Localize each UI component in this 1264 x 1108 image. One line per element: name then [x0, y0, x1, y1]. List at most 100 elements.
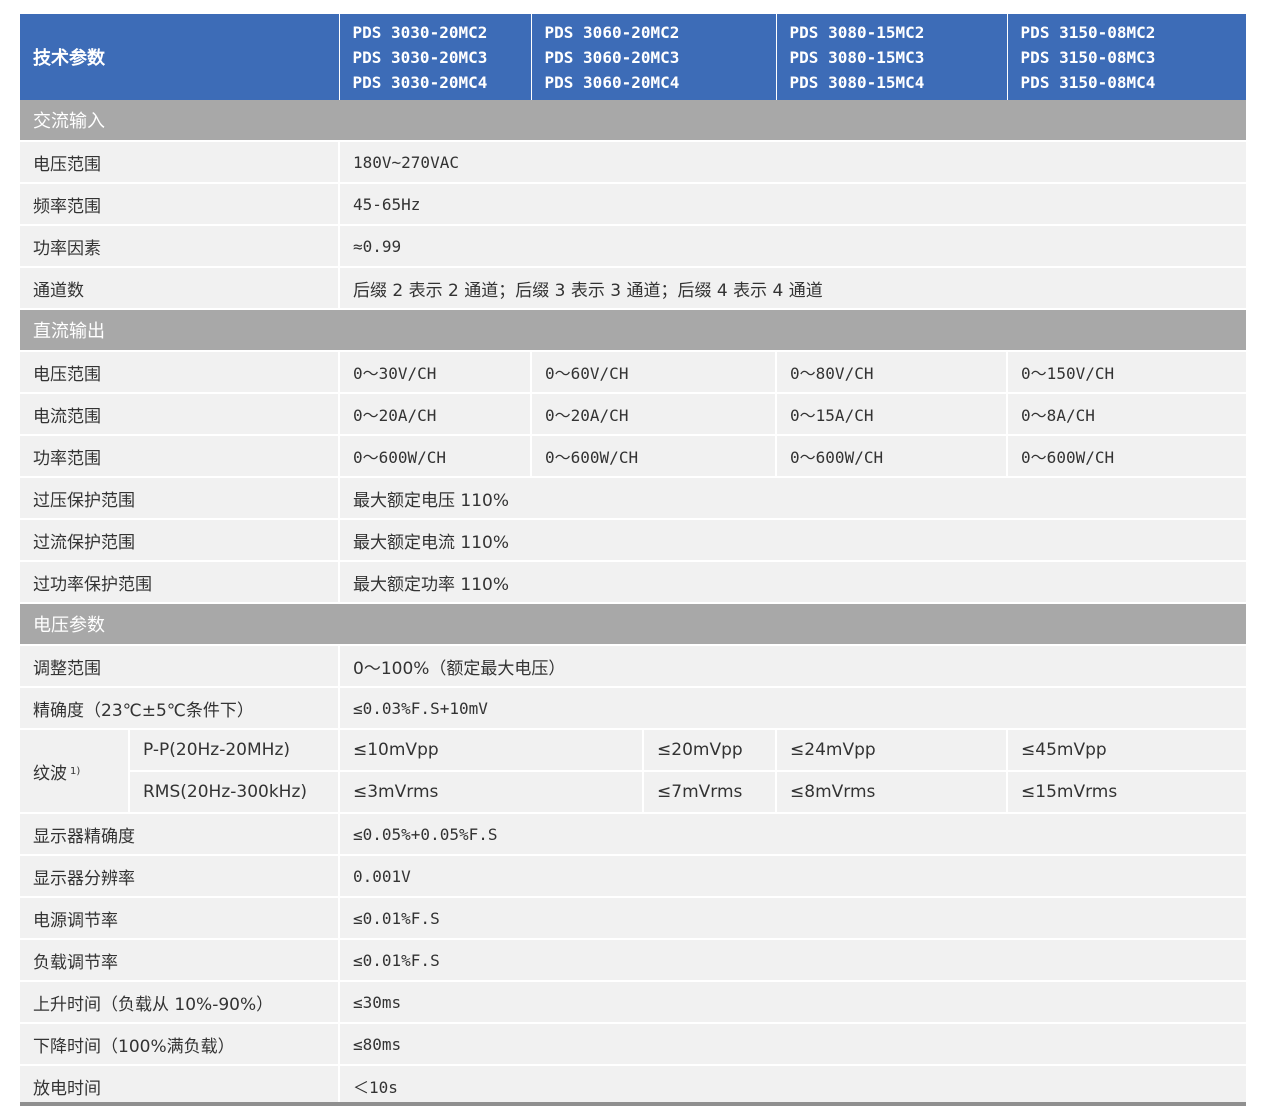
row-value: ≤30ms — [339, 981, 1247, 1024]
model-name: PDS 3030-20MC2 — [352, 22, 488, 42]
row-label: 通道数 — [20, 267, 340, 310]
table-row: 显示器分辨率 0.001V — [20, 855, 1247, 898]
model-group-1: PDS 3030-20MC2 PDS 3030-20MC3 PDS 3030-2… — [339, 14, 532, 100]
section-title: 直流输出 — [20, 309, 1247, 352]
table-row: 过压保护范围 最大额定电压 110% — [20, 477, 1247, 520]
row-label: 电源调节率 — [20, 897, 340, 940]
section-title: 电压参数 — [20, 603, 1247, 646]
row-label: 电压范围 — [20, 141, 340, 184]
model-name: PDS 3030-20MC4 — [352, 72, 488, 92]
row-label: 功率因素 — [20, 225, 340, 268]
row-label: 过功率保护范围 — [20, 561, 340, 604]
table-row: 通道数 后缀 2 表示 2 通道；后缀 3 表示 3 通道；后缀 4 表示 4 … — [20, 267, 1247, 310]
row-label: 调整范围 — [20, 645, 340, 688]
row-value: ≤0.01%F.S — [339, 939, 1247, 982]
ripple-sublabel: P-P(20Hz-20MHz) — [130, 730, 337, 772]
section-header-voltage-params: 电压参数 — [20, 603, 1247, 646]
table-row: 过功率保护范围 最大额定功率 110% — [20, 561, 1247, 604]
section-header-ac-input: 交流输入 — [20, 100, 1247, 142]
row-value: 0～150V/CH — [1007, 351, 1247, 394]
header-title: 技术参数 — [20, 14, 340, 100]
ripple-value: ≤10mVpp — [339, 729, 645, 772]
row-value: 最大额定电流 110% — [339, 519, 1247, 562]
row-label: 精确度（23℃±5℃条件下） — [20, 687, 340, 730]
table-row-ripple-pp: 纹波 1) P-P(20Hz-20MHz) RMS(20Hz-300kHz) ≤1… — [20, 729, 1247, 814]
row-value: 0～20A/CH — [531, 393, 778, 436]
ripple-value: ≤24mVpp — [776, 729, 1009, 772]
row-value: 0.001V — [339, 855, 1247, 898]
row-value: 0～600W/CH — [531, 435, 778, 478]
table-row: 放电时间 ＜10s — [20, 1065, 1247, 1108]
row-label: 电流范围 — [20, 393, 340, 436]
row-value: 0～60V/CH — [531, 351, 778, 394]
row-value: 0～30V/CH — [339, 351, 533, 394]
row-value: ≈0.99 — [339, 225, 1247, 268]
table-row: 频率范围 45-65Hz — [20, 183, 1247, 226]
model-name: PDS 3150-08MC4 — [1020, 72, 1156, 92]
table-row: 精确度（23℃±5℃条件下） ≤0.03%F.S+10mV — [20, 687, 1247, 730]
ripple-footnote: 1) — [70, 765, 81, 777]
row-label: 显示器精确度 — [20, 813, 340, 856]
model-name: PDS 3080-15MC3 — [789, 47, 925, 67]
table-row: 电流范围 0～20A/CH 0～20A/CH 0～15A/CH 0～8A/CH — [20, 393, 1247, 436]
ripple-value: ≤3mVrms — [339, 771, 645, 814]
ripple-value: ≤8mVrms — [776, 771, 1009, 814]
ripple-value: ≤7mVrms — [643, 771, 778, 814]
row-label: 电压范围 — [20, 351, 340, 394]
table-row: 负载调节率 ≤0.01%F.S — [20, 939, 1247, 982]
ripple-label: 纹波 — [33, 763, 67, 784]
model-group-2: PDS 3060-20MC2 PDS 3060-20MC3 PDS 3060-2… — [531, 14, 777, 100]
table-row: 上升时间（负载从 10%-90%） ≤30ms — [20, 981, 1247, 1024]
model-name: PDS 3060-20MC4 — [544, 72, 680, 92]
row-value: 后缀 2 表示 2 通道；后缀 3 表示 3 通道；后缀 4 表示 4 通道 — [339, 267, 1247, 310]
table-row: 下降时间（100%满负载） ≤80ms — [20, 1023, 1247, 1066]
table-row: 显示器精确度 ≤0.05%+0.05%F.S — [20, 813, 1247, 856]
section-header-dc-output: 直流输出 — [20, 309, 1247, 352]
model-name: PDS 3060-20MC2 — [544, 22, 680, 42]
row-value: 0～8A/CH — [1007, 393, 1247, 436]
ripple-value: ≤20mVpp — [643, 729, 778, 772]
row-value: 0～600W/CH — [339, 435, 533, 478]
row-value: 0～80V/CH — [776, 351, 1009, 394]
row-value: 0～600W/CH — [1007, 435, 1247, 478]
model-name: PDS 3150-08MC3 — [1020, 47, 1156, 67]
table-row: 功率因素 ≈0.99 — [20, 225, 1247, 268]
row-label: 过流保护范围 — [20, 519, 340, 562]
model-name: PDS 3030-20MC3 — [352, 47, 488, 67]
row-value: 0～15A/CH — [776, 393, 1009, 436]
table-row: 电压范围 0～30V/CH 0～60V/CH 0～80V/CH 0～150V/C… — [20, 351, 1247, 394]
table-row: 功率范围 0～600W/CH 0～600W/CH 0～600W/CH 0～600… — [20, 435, 1247, 478]
ripple-sublabel: RMS(20Hz-300kHz) — [143, 782, 308, 802]
row-label: 过压保护范围 — [20, 477, 340, 520]
row-value: ≤0.03%F.S+10mV — [339, 687, 1247, 730]
model-group-3: PDS 3080-15MC2 PDS 3080-15MC3 PDS 3080-1… — [776, 14, 1008, 100]
model-name: PDS 3080-15MC2 — [789, 22, 925, 42]
bottom-rule — [20, 1102, 1246, 1106]
row-label: 频率范围 — [20, 183, 340, 226]
row-value: 最大额定电压 110% — [339, 477, 1247, 520]
row-value: ≤80ms — [339, 1023, 1247, 1066]
row-value: 0～20A/CH — [339, 393, 533, 436]
section-title: 交流输入 — [20, 100, 1247, 142]
model-name: PDS 3060-20MC3 — [544, 47, 680, 67]
row-value: 180V~270VAC — [339, 141, 1247, 184]
row-value: 最大额定功率 110% — [339, 561, 1247, 604]
row-label: 上升时间（负载从 10%-90%） — [20, 981, 340, 1024]
table-row: 电源调节率 ≤0.01%F.S — [20, 897, 1247, 940]
spec-table: 技术参数 PDS 3030-20MC2 PDS 3030-20MC3 PDS 3… — [20, 14, 1247, 1108]
header-row: 技术参数 PDS 3030-20MC2 PDS 3030-20MC3 PDS 3… — [20, 14, 1247, 100]
table-row: 过流保护范围 最大额定电流 110% — [20, 519, 1247, 562]
row-label: 下降时间（100%满负载） — [20, 1023, 340, 1066]
ripple-label-cell: 纹波 1) P-P(20Hz-20MHz) RMS(20Hz-300kHz) — [20, 729, 340, 814]
row-value: 0～100%（额定最大电压） — [339, 645, 1247, 688]
row-label: 放电时间 — [20, 1065, 340, 1108]
row-label: 显示器分辨率 — [20, 855, 340, 898]
ripple-value: ≤45mVpp — [1007, 729, 1247, 772]
row-value: 45-65Hz — [339, 183, 1247, 226]
table-row: 电压范围 180V~270VAC — [20, 141, 1247, 184]
row-label: 功率范围 — [20, 435, 340, 478]
model-group-4: PDS 3150-08MC2 PDS 3150-08MC3 PDS 3150-0… — [1007, 14, 1247, 100]
row-value: ≤0.01%F.S — [339, 897, 1247, 940]
row-value: ≤0.05%+0.05%F.S — [339, 813, 1247, 856]
model-name: PDS 3150-08MC2 — [1020, 22, 1156, 42]
